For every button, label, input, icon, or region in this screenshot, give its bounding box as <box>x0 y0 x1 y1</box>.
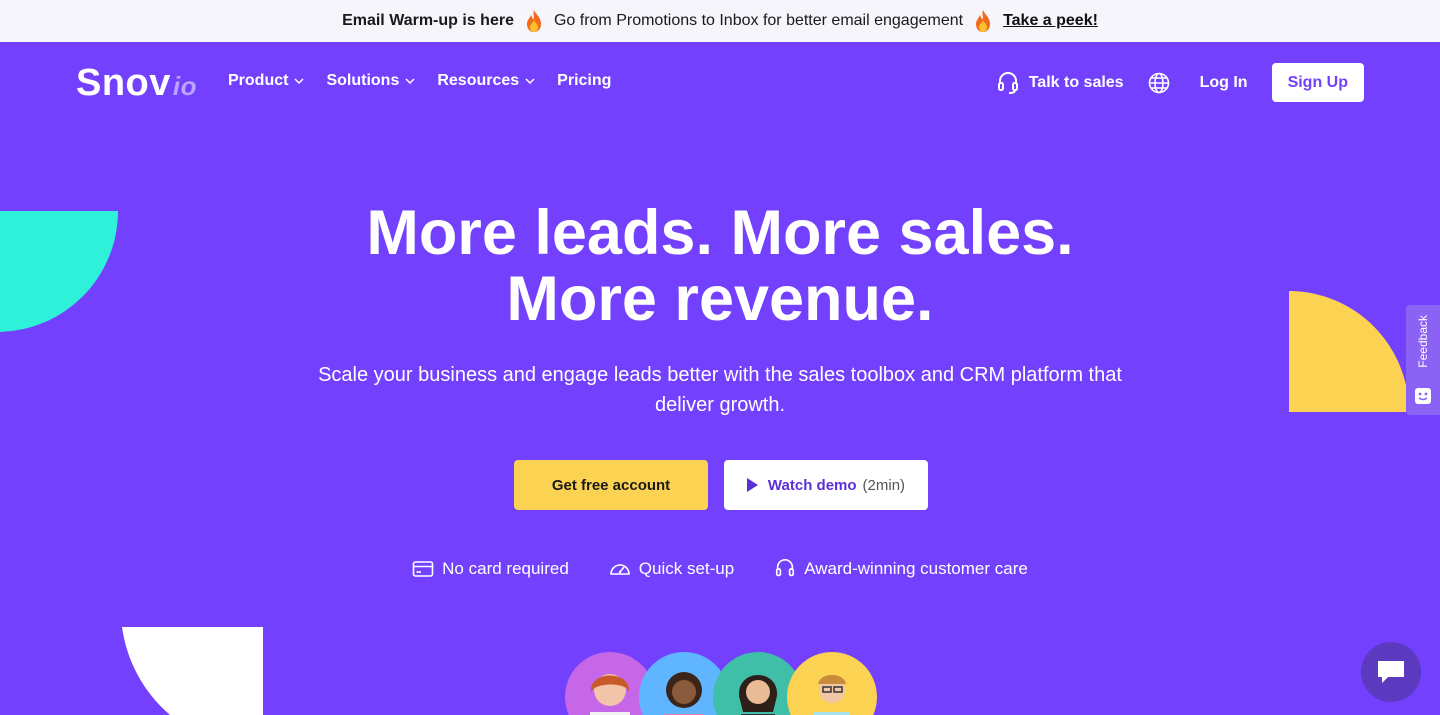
watch-demo-label: Watch demo <box>767 476 857 494</box>
header-actions: Talk to sales Log In Sign Up <box>997 63 1364 102</box>
talk-to-sales-link[interactable]: Talk to sales <box>997 71 1124 95</box>
main-nav: Product Solutions Resources Pricing <box>228 72 611 90</box>
feature-item: No card required <box>412 558 569 580</box>
globe-icon[interactable] <box>1148 72 1170 94</box>
headset-icon <box>997 71 1018 94</box>
logo-suffix: io <box>172 71 198 101</box>
feedback-face-icon <box>1415 388 1431 404</box>
feature-label: No card required <box>442 559 569 578</box>
fire-icon <box>526 10 541 32</box>
chevron-down-icon <box>294 78 304 85</box>
login-link[interactable]: Log In <box>1200 74 1248 92</box>
take-a-peek-link[interactable]: Take a peek! <box>1003 12 1098 30</box>
avatar <box>787 652 877 715</box>
feature-label: Award-winning customer care <box>804 559 1028 578</box>
chevron-down-icon <box>525 78 535 85</box>
nav-product[interactable]: Product <box>228 72 304 90</box>
feedback-tab[interactable]: Feedback <box>1406 305 1440 415</box>
talk-to-sales-label: Talk to sales <box>1028 73 1124 91</box>
chat-widget-button[interactable] <box>1361 642 1421 702</box>
nav-resources[interactable]: Resources <box>437 72 535 90</box>
watch-demo-duration: (2min) <box>862 476 906 494</box>
hero-title: More leads. More sales. More revenue. <box>0 200 1440 332</box>
nav-solutions[interactable]: Solutions <box>326 72 415 90</box>
headset-icon <box>776 559 795 577</box>
announcement-bar: Email Warm-up is here Go from Promotions… <box>0 0 1440 42</box>
site-header: Snovio Product Solutions Resources Prici… <box>0 42 1440 124</box>
nav-solutions-label: Solutions <box>326 72 400 89</box>
hero-subtitle: Scale your business and engage leads bet… <box>318 364 1122 416</box>
play-icon <box>746 478 758 492</box>
announcement-message: Go from Promotions to Inbox for better e… <box>553 12 964 29</box>
hero-cta-row: Get free account Watch demo (2min) <box>514 460 928 510</box>
feature-item: Award-winning customer care <box>774 558 1028 580</box>
chat-icon <box>1378 661 1404 683</box>
chevron-down-icon <box>405 78 415 85</box>
nav-resources-label: Resources <box>437 72 520 89</box>
signup-button[interactable]: Sign Up <box>1271 63 1364 102</box>
hero-title-line2: More revenue. <box>506 264 934 334</box>
nav-product-label: Product <box>228 72 289 89</box>
feedback-label: Feedback <box>1416 315 1430 368</box>
speedometer-icon <box>609 564 630 575</box>
credit-card-icon <box>412 561 434 577</box>
nav-pricing-label: Pricing <box>557 72 612 89</box>
customer-avatars <box>565 652 885 715</box>
get-free-account-button[interactable]: Get free account <box>514 460 708 510</box>
logo-main: Snov <box>76 62 171 104</box>
feature-item: Quick set-up <box>609 558 734 580</box>
decorative-white-shape <box>122 627 263 715</box>
announcement-headline: Email Warm-up is here <box>342 12 514 29</box>
hero-features: No card required Quick set-up Award-winn… <box>0 558 1440 580</box>
fire-icon <box>976 10 991 32</box>
hero-title-line1: More leads. More sales. <box>366 198 1074 268</box>
watch-demo-button[interactable]: Watch demo (2min) <box>724 460 928 510</box>
nav-pricing[interactable]: Pricing <box>557 72 611 90</box>
snovio-logo[interactable]: Snovio <box>76 62 197 105</box>
feature-label: Quick set-up <box>638 559 735 578</box>
